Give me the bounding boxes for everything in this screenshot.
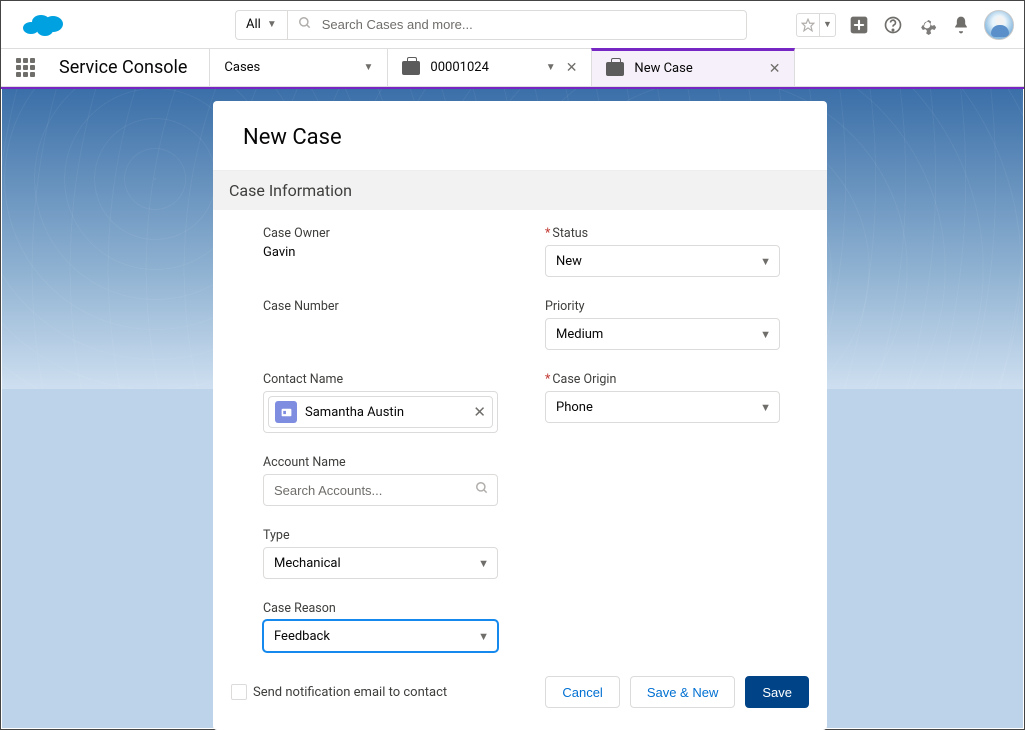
field-type: Type Mechanical ▼ bbox=[263, 528, 509, 579]
search-scope-label: All bbox=[246, 17, 261, 32]
select-type-value: Mechanical bbox=[274, 556, 478, 571]
label-status: *Status bbox=[545, 226, 791, 241]
field-priority: Priority Medium ▼ bbox=[545, 299, 791, 350]
field-status: *Status New ▼ bbox=[545, 226, 791, 277]
label-priority: Priority bbox=[545, 299, 791, 314]
setup-gear-icon[interactable] bbox=[916, 15, 938, 35]
contact-pill: Samantha Austin ✕ bbox=[268, 396, 493, 428]
label-type: Type bbox=[263, 528, 509, 543]
chevron-down-icon: ▼ bbox=[478, 630, 489, 643]
lookup-contact-name[interactable]: Samantha Austin ✕ bbox=[263, 391, 498, 433]
select-priority[interactable]: Medium ▼ bbox=[545, 318, 780, 350]
value-case-owner: Gavin bbox=[263, 245, 509, 260]
notifications-bell-icon[interactable] bbox=[950, 15, 972, 35]
new-case-modal: New Case Case Information Case Owner Gav… bbox=[213, 101, 827, 730]
global-search[interactable] bbox=[287, 10, 747, 40]
salesforce-logo bbox=[21, 10, 65, 40]
select-status-value: New bbox=[556, 254, 760, 269]
select-case-origin-value: Phone bbox=[556, 400, 760, 415]
favorites-dropdown-icon[interactable]: ▼ bbox=[819, 14, 835, 36]
search-icon bbox=[475, 481, 489, 499]
waffle-icon bbox=[16, 58, 35, 77]
field-case-reason: Case Reason Feedback ▼ bbox=[263, 601, 509, 652]
tab-new-case-label: New Case bbox=[634, 61, 758, 76]
global-header: All ▼ ▼ bbox=[1, 1, 1024, 49]
nav-underline bbox=[1, 87, 1024, 89]
field-account-name: Account Name bbox=[263, 455, 509, 506]
tab-case-record-label: 00001024 bbox=[430, 60, 535, 75]
navigation-bar: Service Console Cases ▼ 00001024 ▼ ✕ New… bbox=[1, 49, 1024, 87]
select-case-reason-value: Feedback bbox=[274, 629, 478, 644]
favorites-button[interactable]: ▼ bbox=[796, 13, 836, 37]
chevron-down-icon: ▼ bbox=[478, 557, 489, 570]
field-case-owner: Case Owner Gavin bbox=[263, 226, 509, 277]
select-case-origin[interactable]: Phone ▼ bbox=[545, 391, 780, 423]
chevron-down-icon: ▼ bbox=[760, 255, 771, 268]
chevron-down-icon: ▼ bbox=[760, 328, 771, 341]
section-header: Case Information bbox=[213, 170, 827, 210]
label-case-number: Case Number bbox=[263, 299, 509, 314]
tab-cases[interactable]: Cases ▼ bbox=[209, 49, 387, 86]
app-name: Service Console bbox=[49, 49, 209, 86]
lookup-account-name[interactable] bbox=[263, 474, 498, 506]
help-icon[interactable] bbox=[882, 15, 904, 35]
notification-checkbox[interactable] bbox=[231, 684, 247, 700]
close-icon[interactable]: ✕ bbox=[769, 61, 781, 77]
label-contact-name: Contact Name bbox=[263, 372, 509, 387]
contact-pill-text: Samantha Austin bbox=[305, 405, 465, 420]
field-case-origin: *Case Origin Phone ▼ bbox=[545, 372, 791, 433]
chevron-down-icon: ▼ bbox=[760, 401, 771, 414]
app-launcher-button[interactable] bbox=[1, 49, 49, 86]
label-case-origin: *Case Origin bbox=[545, 372, 791, 387]
tab-case-record[interactable]: 00001024 ▼ ✕ bbox=[387, 49, 591, 86]
label-case-owner: Case Owner bbox=[263, 226, 509, 241]
select-type[interactable]: Mechanical ▼ bbox=[263, 547, 498, 579]
user-avatar[interactable] bbox=[984, 10, 1014, 40]
star-icon bbox=[797, 14, 819, 36]
field-contact-name: Contact Name Samantha Austin ✕ bbox=[263, 372, 509, 433]
chevron-down-icon[interactable]: ▼ bbox=[546, 62, 556, 73]
cancel-button[interactable]: Cancel bbox=[545, 676, 619, 708]
select-priority-value: Medium bbox=[556, 327, 760, 342]
case-icon bbox=[606, 62, 624, 76]
save-button[interactable]: Save bbox=[745, 676, 809, 708]
caret-down-icon: ▼ bbox=[267, 19, 277, 30]
tab-cases-label: Cases bbox=[224, 60, 353, 75]
global-search-input[interactable] bbox=[322, 17, 736, 32]
select-case-reason[interactable]: Feedback ▼ bbox=[263, 620, 498, 652]
global-actions-button[interactable] bbox=[848, 15, 870, 35]
contact-icon bbox=[275, 401, 297, 423]
modal-title: New Case bbox=[213, 101, 827, 170]
chevron-down-icon[interactable]: ▼ bbox=[364, 62, 374, 73]
label-case-reason: Case Reason bbox=[263, 601, 509, 616]
tab-new-case[interactable]: New Case ✕ bbox=[591, 48, 795, 86]
search-icon bbox=[298, 16, 312, 34]
search-scope-dropdown[interactable]: All ▼ bbox=[235, 10, 287, 40]
remove-contact-icon[interactable]: ✕ bbox=[473, 403, 486, 421]
select-status[interactable]: New ▼ bbox=[545, 245, 780, 277]
case-icon bbox=[402, 61, 420, 75]
save-and-new-button[interactable]: Save & New bbox=[630, 676, 736, 708]
label-account-name: Account Name bbox=[263, 455, 509, 470]
notification-checkbox-label[interactable]: Send notification email to contact bbox=[231, 684, 447, 700]
close-icon[interactable]: ✕ bbox=[566, 60, 578, 76]
account-search-input[interactable] bbox=[274, 483, 475, 498]
form-grid: Case Owner Gavin *Status New ▼ Case Numb… bbox=[213, 210, 827, 676]
modal-footer: Send notification email to contact Cance… bbox=[213, 676, 827, 712]
field-case-number: Case Number bbox=[263, 299, 509, 350]
notification-label-text: Send notification email to contact bbox=[253, 685, 447, 700]
